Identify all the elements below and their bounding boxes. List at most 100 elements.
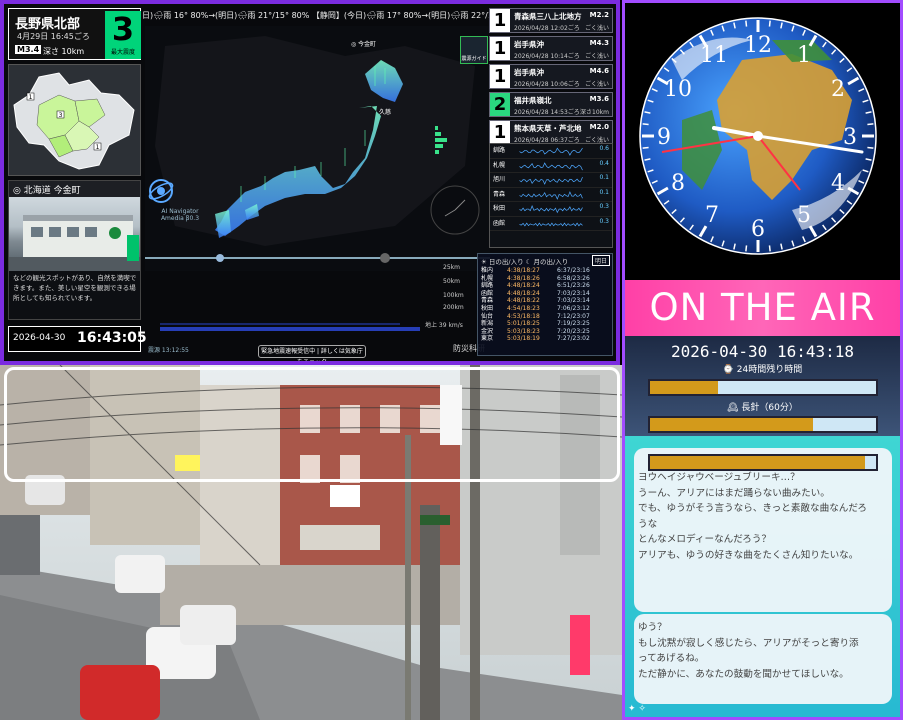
- epicenter-guide-logo: 震源ガイド: [460, 36, 488, 64]
- moon-times: 7:06/23:12: [557, 304, 590, 312]
- live-webcam-card: ◎ 北海道 今金町 などの観光スポットがあり、自然を満喫できます。また、美しい星…: [8, 180, 141, 320]
- moon-times: 7:27/23:02: [557, 335, 590, 343]
- svg-text:1: 1: [96, 144, 100, 151]
- sun-moon-title: ☀ 日の出/入り ☾ 月の出/入り: [481, 258, 569, 266]
- station-name: 札幌: [493, 161, 506, 169]
- globe-clock-svg: 12 12 3 45 6 78 9 10 11: [639, 17, 877, 255]
- sun-moon-row: 秋田 4:54/18:23 7:06/23:12: [478, 305, 612, 313]
- svg-text:10: 10: [664, 77, 692, 102]
- weather-ticker: 日)🌧雨 16° 80%→(明日)🌧雨 21°/15° 80% 【静岡】(今日)…: [142, 11, 490, 20]
- moon-times: 6:37/23:16: [557, 267, 590, 274]
- seismograph-panel: 釧路 0.6 札幌 0.4 旭川 0.1 青森 0.1 秋田 0.3 函館 0.3: [489, 143, 613, 248]
- station-value: 0.1: [599, 174, 609, 181]
- focus-highlight-box: [4, 367, 620, 482]
- sun-moon-row: 稚内 4:38/18:27 6:37/23:16: [478, 267, 612, 275]
- webcam-location: ◎ 北海道 今金町: [9, 181, 140, 197]
- chat-message-2: ゆう？ もし沈黙が寂しく感じたら、アリアがそっと寄り添ってあげるね。 ただ静かに…: [638, 622, 859, 680]
- quake-depth: 深さ10km: [580, 109, 609, 116]
- station-name: 函館: [493, 219, 506, 227]
- webcam-scene: [9, 215, 140, 271]
- quake-time: 4月29日 16:45ごろ: [17, 32, 90, 41]
- globe-clock: 12 1 2 3 45 6 78 9 10 11: [622, 0, 903, 278]
- svg-text:2: 2: [831, 77, 845, 102]
- quake-datetime: 2026/04/28 14:53ごろ: [514, 109, 580, 116]
- station-value: 0.6: [599, 145, 609, 152]
- city-name: 稚内: [481, 267, 494, 274]
- sun-moon-row: 新潟 5:01/18:25 7:19/23:25: [478, 320, 612, 328]
- sparkle-icon: ✦ ✧: [628, 704, 646, 714]
- station-value: 0.3: [599, 203, 609, 210]
- current-datetime: 2026-04-30 16:43:18: [670, 342, 855, 361]
- sun-times: 4:38/18:26: [507, 274, 540, 282]
- tomorrow-button[interactable]: 明日: [591, 255, 610, 266]
- depth-200: 200km: [443, 304, 464, 311]
- epicenter-time: 震源 13:12:55: [148, 347, 189, 354]
- svg-text:◎: ◎: [351, 41, 356, 48]
- svg-text:1: 1: [29, 94, 33, 101]
- japan-3d-map: ◎ 今金町 久慈: [145, 26, 490, 271]
- clock-date: 2026-04-30: [13, 333, 66, 343]
- svg-text:7: 7: [705, 203, 719, 228]
- prefecture-map: 3 1 1: [8, 64, 141, 176]
- quake-intensity: 1: [490, 121, 510, 144]
- on-air-banner: ON THE AIR: [622, 280, 903, 336]
- svg-text:6: 6: [751, 217, 765, 242]
- svg-text:9: 9: [657, 125, 671, 150]
- quake-location: 岩手県沖: [514, 40, 544, 49]
- clock-time: 16:43:05: [77, 330, 147, 346]
- quake-list-item[interactable]: 1 青森県三八上北地方 2026/04/28 12:02ごろ M2.2 ごく浅い: [489, 8, 613, 33]
- quake-intensity: 1: [490, 9, 510, 32]
- station-name: 秋田: [493, 205, 506, 212]
- sun-moon-row: 仙台 4:53/18:18 7:12/23:07: [478, 313, 612, 321]
- city-name: 秋田: [481, 304, 494, 312]
- minute-hand-fill: [650, 418, 813, 431]
- quake-magnitude: M3.6: [589, 95, 609, 103]
- quake-history-list: 1 青森県三八上北地方 2026/04/28 12:02ごろ M2.2 ごく浅い…: [489, 8, 613, 148]
- sun-moon-row: 函館 4:48/18:24 7:03/23:14: [478, 290, 612, 298]
- sun-moon-row: 東京 5:03/18:19 7:27/23:02: [478, 335, 612, 343]
- chat-message-1: ヨウヘイジャウベージュブリーキ…？ うーん、アリアにはまだ踊らない曲みたい。 で…: [638, 472, 868, 561]
- earthquake-monitor-panel: 長野県北部 4月29日 16:45ごろ M3.4 深さ 10km 3 最大震度 …: [0, 0, 620, 365]
- prefecture-map-svg: 3 1 1: [9, 65, 140, 175]
- quake-list-item[interactable]: 1 岩手県沖 2026/04/28 10:06ごろ M4.6 ごく浅い: [489, 64, 613, 89]
- quake-list-item[interactable]: 1 熊本県天草・芦北地 2026/04/28 06:37ごろ M2.0 ごく浅い: [489, 120, 613, 145]
- minute-hand-bar: [648, 416, 878, 433]
- intensity-value: 3: [111, 10, 135, 48]
- seismograph-row: 秋田 0.3: [490, 202, 612, 217]
- quake-region: 長野県北部: [15, 17, 81, 32]
- seismograph-row: 青森 0.1: [490, 188, 612, 202]
- japan-map-svg: ◎ 今金町 久慈: [145, 26, 490, 271]
- seismograph-wave: [519, 161, 583, 170]
- on-air-text: ON THE AIR: [649, 286, 876, 329]
- city-name: 東京: [481, 335, 494, 343]
- quake-location: 福井県嶺北: [514, 96, 552, 105]
- quake-magnitude: M2.2: [589, 11, 609, 19]
- orbit-icon: [148, 179, 174, 203]
- latest-quake-card: 長野県北部 4月29日 16:45ごろ M3.4 深さ 10km 3 最大震度: [8, 8, 141, 60]
- epicenter-guide-label: 震源ガイド: [461, 56, 487, 62]
- station-value: 0.1: [599, 188, 609, 196]
- ai-navigator-icon: [146, 176, 176, 206]
- quake-list-item[interactable]: 1 岩手県沖 2026/04/28 10:14ごろ M4.3 ごく浅い: [489, 36, 613, 61]
- street-camera-view: [0, 365, 622, 720]
- quake-depth: ごく浅い: [584, 25, 609, 32]
- alert-info-button[interactable]: 緊急地震速報受信中 | 詳しくは気象庁をチェック: [258, 345, 366, 365]
- city-name: 新潟: [481, 320, 494, 328]
- sun-moon-table: ☀ 日の出/入り ☾ 月の出/入り 明日 稚内 4:38/18:27 6:37/…: [477, 253, 613, 356]
- seismograph-row: 釧路 0.6: [490, 144, 612, 159]
- svg-text:4: 4: [831, 171, 845, 196]
- webcam-image: [9, 197, 140, 271]
- svg-text:8: 8: [671, 171, 685, 196]
- quake-magnitude: M4.3: [589, 39, 609, 47]
- svg-text:3: 3: [843, 125, 857, 150]
- sun-moon-row: 釧路 4:48/18:24 6:51/23:26: [478, 282, 612, 290]
- quake-list-item[interactable]: 2 福井県嶺北 2026/04/28 14:53ごろ M3.6 深さ10km: [489, 92, 613, 117]
- station-name: 旭川: [493, 176, 506, 183]
- chat-footer-icons[interactable]: ✦ ✧: [628, 704, 668, 718]
- depth-100: 100km: [443, 292, 464, 299]
- map-label-imakane: 今金町: [358, 40, 376, 48]
- moon-times: 7:03/23:14: [557, 289, 590, 297]
- moon-times: 7:20/23:25: [557, 327, 590, 335]
- quake-depth: ごく浅い: [584, 53, 609, 60]
- quake-magnitude: M3.4: [15, 45, 42, 54]
